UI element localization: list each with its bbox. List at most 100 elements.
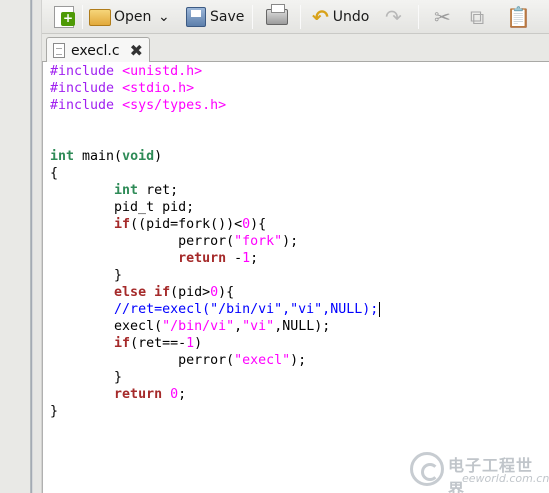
- code-token: <unistd.h>: [122, 64, 203, 79]
- code-token: int: [114, 183, 139, 198]
- code-line[interactable]: }: [50, 403, 380, 420]
- save-button[interactable]: Save: [186, 3, 244, 31]
- new-file-icon: [54, 6, 75, 28]
- code-line[interactable]: else if(pid>0){: [50, 284, 380, 301]
- code-line[interactable]: #include <sys/types.h>: [50, 97, 380, 114]
- code-token: #include: [50, 81, 123, 96]
- code-token: if: [114, 217, 131, 232]
- tab-execl-c[interactable]: execl.c ✖: [46, 37, 150, 63]
- code-token: 0: [170, 387, 179, 402]
- code-token: main(: [74, 149, 123, 164]
- code-line[interactable]: [50, 131, 380, 148]
- code-line[interactable]: if(ret==-1): [50, 335, 380, 352]
- code-token: ret;: [138, 183, 179, 198]
- code-token: }: [50, 268, 123, 283]
- toolbar-separator: [252, 5, 253, 29]
- code-line[interactable]: if((pid=fork())<0){: [50, 216, 380, 233]
- code-line[interactable]: return 0;: [50, 386, 380, 403]
- code-line[interactable]: perror("execl");: [50, 352, 380, 369]
- code-token: "fork": [234, 234, 283, 249]
- clipboard-icon: 📋: [506, 5, 531, 29]
- code-token: "vi": [242, 319, 275, 334]
- code-token: ,: [234, 319, 243, 334]
- chevron-down-icon: ⌄: [158, 9, 170, 25]
- code-token: );: [282, 234, 299, 249]
- watermark-en-text: eeworld.com.cn: [462, 472, 549, 485]
- undo-arrow-icon: ↶: [312, 5, 329, 29]
- code-line[interactable]: execl("/bin/vi","vi",NULL);: [50, 318, 380, 335]
- paste-button[interactable]: 📋: [506, 3, 531, 31]
- code-line[interactable]: #include <unistd.h>: [50, 63, 380, 80]
- code-line[interactable]: #include <stdio.h>: [50, 80, 380, 97]
- document-tabbar: execl.c ✖: [42, 34, 549, 63]
- undo-label: Undo: [332, 9, 370, 25]
- code-token: void: [122, 149, 155, 164]
- code-token: "/bin/vi": [162, 319, 235, 334]
- code-line[interactable]: }: [50, 267, 380, 284]
- toolbar: Open ⌄ Save ↶ Undo ↷ ✂ ⧉ 📋: [42, 0, 549, 34]
- code-token: ){: [218, 285, 235, 300]
- scissors-icon: ✂: [434, 5, 451, 29]
- code-token: //ret=execl("/bin/vi","vi",NULL);: [114, 302, 379, 317]
- close-icon[interactable]: ✖: [130, 41, 143, 60]
- eeworld-watermark: 电子工程世界 eeworld.com.cn: [410, 450, 549, 493]
- code-line[interactable]: perror("fork");: [50, 233, 380, 250]
- code-line[interactable]: int main(void): [50, 148, 380, 165]
- printer-icon: [266, 4, 288, 25]
- code-token: if: [114, 336, 131, 351]
- code-token: else: [114, 285, 147, 300]
- code-line[interactable]: [50, 114, 380, 131]
- code-token: return: [178, 251, 227, 266]
- code-line[interactable]: pid_t pid;: [50, 199, 380, 216]
- cut-button[interactable]: ✂: [434, 3, 451, 31]
- code-token: int: [50, 149, 75, 164]
- code-line[interactable]: }: [50, 369, 380, 386]
- code-token: {: [50, 166, 59, 181]
- code-token: 0: [210, 285, 219, 300]
- code-token: <stdio.h>: [122, 81, 195, 96]
- code-token: pid_t pid;: [50, 200, 195, 215]
- code-editor[interactable]: #include <unistd.h> #include <stdio.h> #in…: [42, 62, 549, 493]
- code-line[interactable]: int ret;: [50, 182, 380, 199]
- code-token: ): [194, 336, 203, 351]
- code-token: );: [290, 353, 307, 368]
- code-line[interactable]: return -1;: [50, 250, 380, 267]
- undo-button[interactable]: ↶ Undo: [312, 3, 369, 31]
- print-button[interactable]: [266, 3, 288, 31]
- code-token: perror(: [50, 353, 235, 368]
- redo-arrow-icon: ↷: [385, 5, 402, 29]
- code-token: if: [154, 285, 171, 300]
- toolbar-separator: [418, 5, 419, 29]
- copy-button[interactable]: ⧉: [470, 3, 484, 31]
- code-line[interactable]: //ret=execl("/bin/vi","vi",NULL);: [50, 301, 381, 318]
- new-button[interactable]: [54, 3, 75, 31]
- text-file-icon: [53, 43, 65, 58]
- code-token: ((pid=fork())<: [130, 217, 243, 232]
- code-token: return: [114, 387, 163, 402]
- code-token: }: [50, 370, 123, 385]
- open-button[interactable]: Open: [89, 3, 151, 31]
- toolbar-separator: [82, 5, 83, 29]
- code-token: 1: [186, 336, 195, 351]
- folder-open-icon: [89, 8, 111, 26]
- redo-button[interactable]: ↷: [385, 3, 402, 31]
- open-recent-dropdown[interactable]: ⌄: [158, 3, 170, 31]
- copy-icon: ⧉: [470, 5, 485, 29]
- code-token: #include: [50, 64, 123, 79]
- code-token: ;: [250, 251, 259, 266]
- code-text[interactable]: #include <unistd.h> #include <stdio.h> #in…: [50, 63, 381, 420]
- code-token: execl(: [50, 319, 163, 334]
- code-line[interactable]: {: [50, 165, 380, 182]
- code-token: }: [50, 404, 59, 419]
- code-token: "execl": [234, 353, 291, 368]
- toolbar-separator: [300, 5, 301, 29]
- code-token: 1: [242, 251, 251, 266]
